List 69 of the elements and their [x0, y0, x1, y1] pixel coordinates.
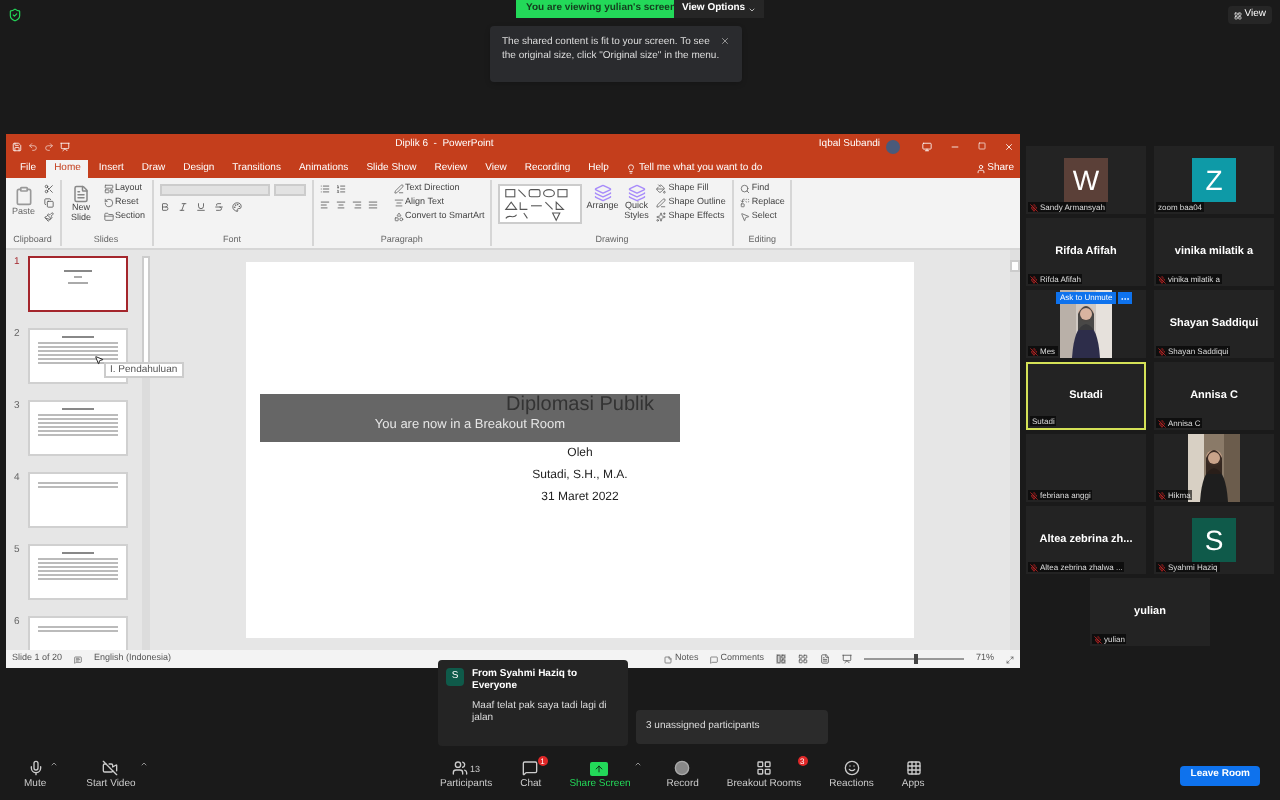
redo-icon[interactable]: [44, 141, 54, 151]
slide-icon: [72, 184, 91, 204]
format-icon[interactable]: [177, 202, 188, 212]
accessibility-icon[interactable]: [74, 655, 83, 663]
grid-icon: [1234, 11, 1243, 19]
share-screen-icon: [590, 761, 609, 776]
zoom-thumb[interactable]: [913, 654, 918, 664]
fit-icon[interactable]: [1006, 655, 1014, 663]
security-shield-icon[interactable]: [8, 8, 22, 22]
slide-thumbnail[interactable]: [28, 256, 128, 312]
command-icon: [627, 184, 646, 202]
copy-icon[interactable]: [43, 198, 54, 208]
command-icon: [393, 198, 404, 208]
command-icon: [739, 212, 750, 222]
command-icon: [103, 198, 114, 208]
lightbulb-icon: [626, 164, 637, 174]
record-icon: [674, 760, 691, 777]
align-icon[interactable]: [367, 200, 378, 210]
command-icon: [103, 184, 114, 194]
presentation-icon[interactable]: [60, 141, 70, 151]
scrollbar[interactable]: [1010, 250, 1020, 650]
command-icon: [656, 184, 667, 194]
save-icon[interactable]: [12, 141, 22, 151]
maximize-icon[interactable]: [978, 142, 986, 150]
command-icon: [393, 212, 404, 222]
video-icon: [102, 760, 119, 777]
notes-icon: [664, 655, 673, 663]
breakout-icon: [756, 760, 773, 777]
list-icon[interactable]: [335, 184, 346, 194]
font-name-field[interactable]: [159, 184, 270, 196]
minimize-icon[interactable]: [950, 141, 960, 151]
display-options-icon[interactable]: [922, 141, 932, 151]
avatar: W: [1064, 158, 1108, 202]
slideshow-icon[interactable]: [841, 654, 852, 664]
command-icon: [656, 198, 667, 208]
command-icon: [656, 212, 667, 222]
scissors-icon[interactable]: [43, 184, 54, 194]
person-icon: [975, 164, 986, 174]
normal-view-icon[interactable]: [775, 654, 786, 664]
command-icon: [393, 184, 404, 194]
clipboard-icon: [13, 184, 34, 208]
reactions-icon: [843, 760, 860, 777]
format-icon[interactable]: [159, 202, 170, 212]
cursor-icon: [94, 354, 104, 366]
apps-icon: [905, 760, 922, 777]
comment-icon: [710, 655, 719, 663]
format-icon[interactable]: [195, 202, 206, 212]
sorter-view-icon[interactable]: [797, 654, 808, 664]
reading-view-icon[interactable]: [819, 654, 830, 664]
avatar: S: [1192, 518, 1236, 562]
shapes-gallery-drawing[interactable]: [498, 184, 583, 224]
mute-icon: [27, 760, 44, 777]
font-size-field[interactable]: [273, 184, 306, 196]
command-icon: [103, 212, 114, 222]
list-icon[interactable]: [319, 184, 330, 194]
format-icon[interactable]: [213, 202, 224, 212]
command-icon: [593, 184, 612, 202]
align-icon[interactable]: [319, 200, 330, 210]
brush-icon[interactable]: [43, 212, 54, 222]
align-icon[interactable]: [351, 200, 362, 210]
avatar: Z: [1192, 158, 1236, 202]
command-icon: [739, 184, 750, 194]
more-button[interactable]: [1118, 292, 1133, 304]
align-icon[interactable]: [335, 200, 346, 210]
chat-icon: [522, 760, 539, 777]
format-icon[interactable]: [231, 202, 242, 212]
undo-icon[interactable]: [28, 141, 38, 151]
command-icon: [739, 198, 750, 208]
participants-icon: [452, 760, 469, 777]
